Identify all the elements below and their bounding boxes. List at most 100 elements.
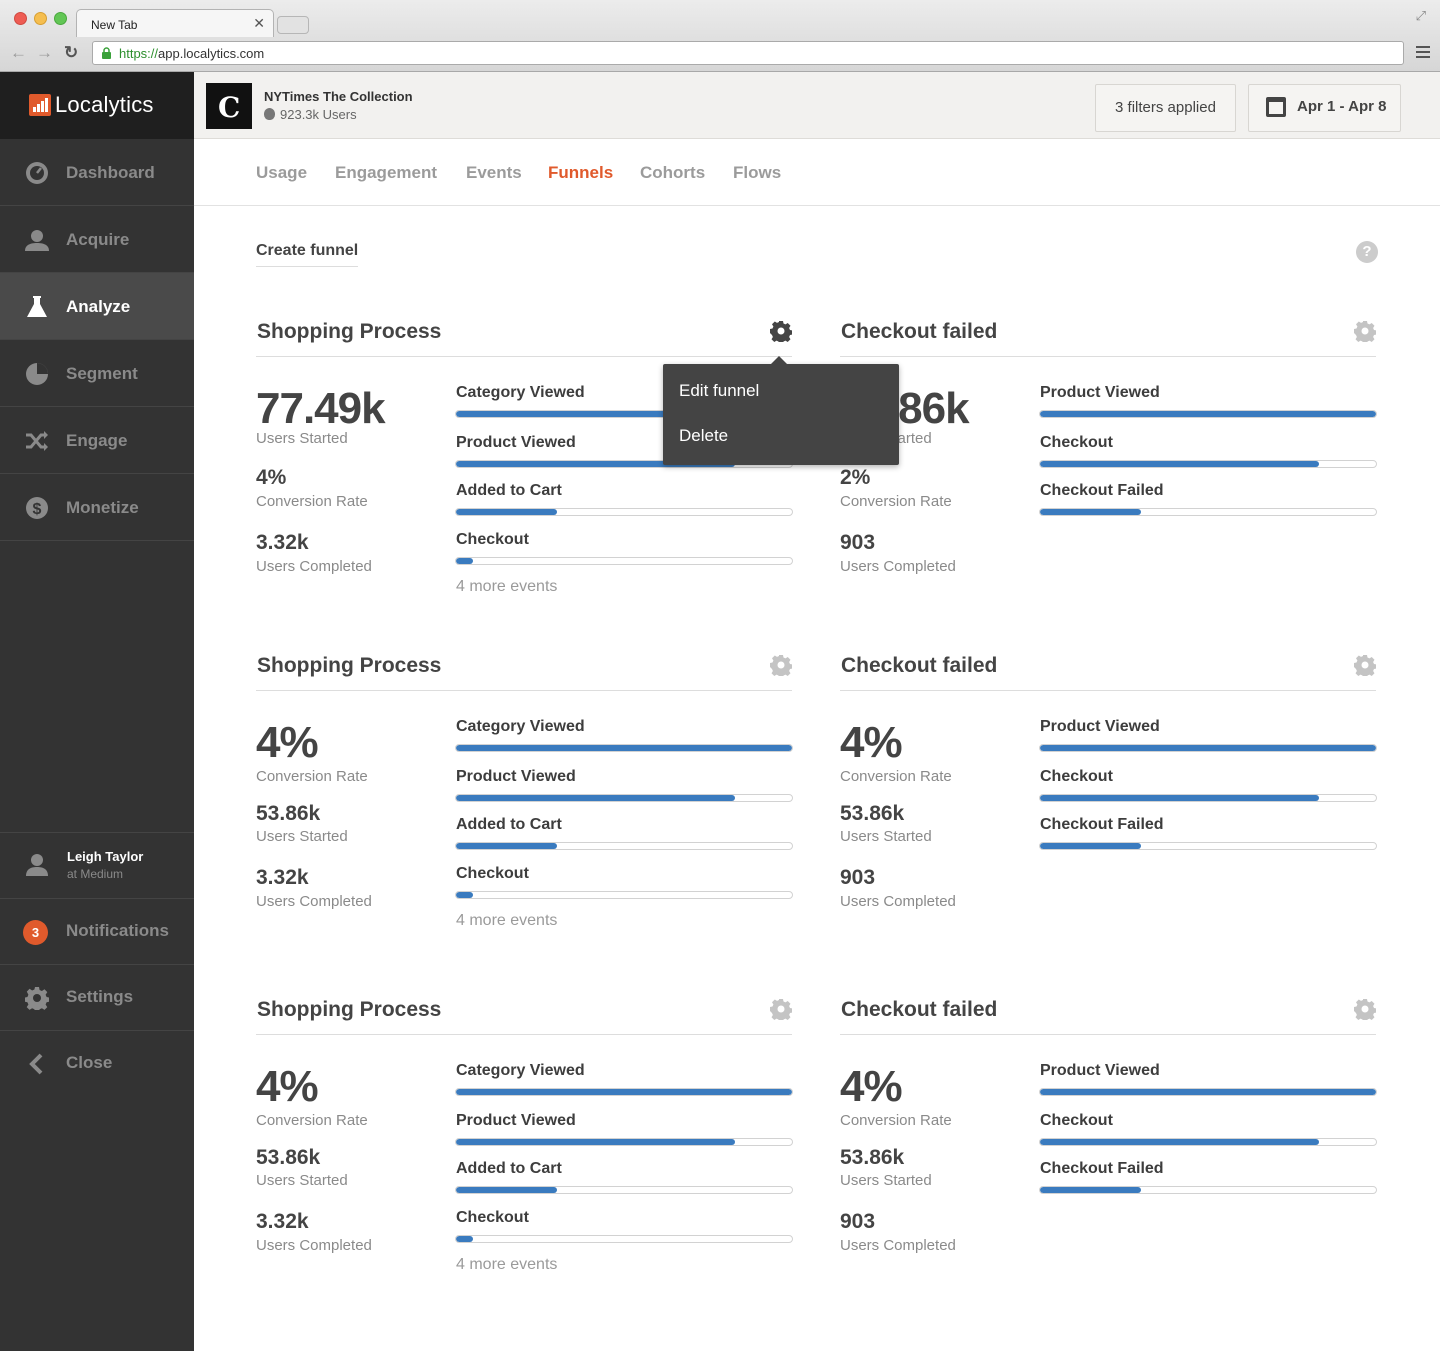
funnel-step-fill bbox=[1040, 1187, 1141, 1193]
funnel-title[interactable]: Checkout failed bbox=[841, 320, 997, 344]
gear-icon[interactable] bbox=[1354, 998, 1376, 1020]
tab-events[interactable]: Events bbox=[466, 163, 522, 183]
flask-icon bbox=[27, 296, 47, 317]
localytics-logo-icon bbox=[29, 94, 51, 116]
funnel-step-label: Checkout bbox=[456, 865, 529, 882]
funnel-step-fill bbox=[456, 1187, 557, 1193]
user-org: at Medium bbox=[67, 867, 124, 881]
sidebar-item-notifications[interactable]: 3 Notifications bbox=[0, 899, 194, 965]
minimize-window-button[interactable] bbox=[34, 12, 47, 25]
tab-close-icon[interactable]: ✕ bbox=[253, 15, 265, 32]
funnel-step-fill bbox=[456, 892, 473, 898]
funnel-step-label: Product Viewed bbox=[456, 768, 576, 785]
sidebar-item-monetize[interactable]: $ Monetize bbox=[0, 474, 194, 541]
sidebar-item-segment[interactable]: Segment bbox=[0, 340, 194, 407]
stat-label: Users Completed bbox=[256, 558, 372, 575]
tab-funnels[interactable]: Funnels bbox=[548, 163, 613, 183]
funnel-step-label: Product Viewed bbox=[1040, 1062, 1160, 1079]
funnel-title[interactable]: Checkout failed bbox=[841, 654, 997, 678]
funnel-card: Checkout failed53.86kUsers Started2%Conv… bbox=[840, 320, 1377, 620]
funnel-step-fill bbox=[1040, 1089, 1376, 1095]
sidebar-item-label: Settings bbox=[66, 987, 134, 1006]
funnel-title[interactable]: Checkout failed bbox=[841, 998, 997, 1022]
funnel-step-label: Product Viewed bbox=[1040, 718, 1160, 735]
gear-icon bbox=[25, 987, 49, 1010]
sidebar-item-analyze[interactable]: Analyze bbox=[0, 273, 194, 340]
user-avatar-icon bbox=[26, 854, 48, 876]
forward-arrow-icon[interactable]: → bbox=[36, 44, 53, 62]
stat-value: 903 bbox=[840, 1210, 876, 1233]
funnel-step-fill bbox=[1040, 745, 1376, 751]
address-bar[interactable]: https://app.localytics.com bbox=[92, 41, 1404, 65]
tab-engagement[interactable]: Engagement bbox=[335, 163, 437, 183]
funnel-step-fill bbox=[1040, 795, 1319, 801]
divider bbox=[256, 690, 792, 691]
sidebar-item-dashboard[interactable]: Dashboard bbox=[0, 139, 194, 206]
sidebar-item-settings[interactable]: Settings bbox=[0, 965, 194, 1031]
app-logo[interactable]: C bbox=[206, 83, 252, 129]
funnel-title[interactable]: Shopping Process bbox=[257, 998, 441, 1022]
more-events-link[interactable]: 4 more events bbox=[456, 1256, 557, 1274]
funnel-step-bar bbox=[455, 794, 793, 802]
zoom-window-button[interactable] bbox=[54, 12, 67, 25]
tab-flows[interactable]: Flows bbox=[733, 163, 781, 183]
funnel-step-bar bbox=[1039, 508, 1377, 516]
reload-icon[interactable]: ↻ bbox=[64, 44, 78, 62]
stat-label: Users Started bbox=[256, 828, 348, 845]
gear-icon[interactable] bbox=[770, 320, 792, 342]
funnel-title[interactable]: Shopping Process bbox=[257, 320, 441, 344]
funnel-title[interactable]: Shopping Process bbox=[257, 654, 441, 678]
stat-value: 53.86k bbox=[840, 1146, 905, 1169]
stat-value: 53.86k bbox=[840, 802, 905, 825]
funnel-step-bar bbox=[1039, 842, 1377, 850]
more-events-link[interactable]: 4 more events bbox=[456, 578, 557, 596]
funnel-step-bar bbox=[455, 1235, 793, 1243]
help-icon[interactable]: ? bbox=[1356, 241, 1378, 263]
url-text: https://app.localytics.com bbox=[119, 46, 264, 61]
sidebar-item-engage[interactable]: Engage bbox=[0, 407, 194, 474]
sidebar-item-acquire[interactable]: Acquire bbox=[0, 206, 194, 273]
edit-funnel-menu-item[interactable]: Edit funnel bbox=[679, 381, 759, 401]
sidebar-item-label: Close bbox=[66, 1053, 113, 1072]
back-arrow-icon[interactable]: ← bbox=[10, 44, 27, 62]
delete-funnel-menu-item[interactable]: Delete bbox=[679, 426, 728, 446]
chevron-left-icon bbox=[29, 1053, 43, 1075]
stat-value: 3.32k bbox=[256, 531, 309, 554]
sidebar-item-close[interactable]: Close bbox=[0, 1031, 194, 1097]
funnel-step-label: Checkout bbox=[1040, 434, 1113, 451]
funnel-card: Checkout failed 4% Conversion Rate 53.86k Us… bbox=[840, 998, 1377, 1298]
fullscreen-icon[interactable]: ⤢ bbox=[1416, 8, 1426, 24]
browser-tab[interactable]: New Tab ✕ bbox=[76, 9, 274, 37]
funnel-step-fill bbox=[456, 1236, 473, 1242]
funnel-step-label: Checkout Failed bbox=[1040, 816, 1164, 833]
user-profile[interactable]: Leigh Taylor at Medium bbox=[0, 833, 194, 899]
app-user-count: 923.3k Users bbox=[280, 107, 357, 122]
gear-icon[interactable] bbox=[770, 998, 792, 1020]
gear-icon[interactable] bbox=[1354, 320, 1376, 342]
stat-label: Users Started bbox=[840, 1172, 932, 1189]
filters-button[interactable]: 3 filters applied bbox=[1095, 84, 1236, 132]
funnel-options-menu: Edit funnel Delete bbox=[663, 356, 899, 465]
date-range-button[interactable]: Apr 1 - Apr 8 bbox=[1248, 84, 1401, 132]
create-funnel-link[interactable]: Create funnel bbox=[256, 242, 359, 267]
stat-label: Users Completed bbox=[256, 893, 372, 910]
more-events-link[interactable]: 4 more events bbox=[456, 912, 557, 930]
funnel-step-bar bbox=[455, 1138, 793, 1146]
funnel-card: Shopping Process 4% Conversion Rate 53.86k U… bbox=[256, 654, 793, 954]
tab-cohorts[interactable]: Cohorts bbox=[640, 163, 705, 183]
tab-usage[interactable]: Usage bbox=[256, 163, 307, 183]
brand[interactable]: Localytics bbox=[0, 72, 194, 139]
gear-icon[interactable] bbox=[1354, 654, 1376, 676]
funnel-step-label: Product Viewed bbox=[456, 1112, 576, 1129]
sidebar-item-label: Analyze bbox=[66, 297, 131, 316]
divider bbox=[840, 690, 1376, 691]
new-tab-button[interactable] bbox=[277, 16, 309, 34]
stat-value: 4% bbox=[256, 466, 287, 489]
close-window-button[interactable] bbox=[14, 12, 27, 25]
stat-label: Conversion Rate bbox=[840, 493, 952, 510]
gear-icon[interactable] bbox=[770, 654, 792, 676]
shuffle-icon bbox=[26, 431, 48, 451]
stat-label: Users Started bbox=[840, 828, 932, 845]
browser-menu-icon[interactable] bbox=[1416, 46, 1430, 58]
stat-value: 53.86k bbox=[256, 1146, 321, 1169]
